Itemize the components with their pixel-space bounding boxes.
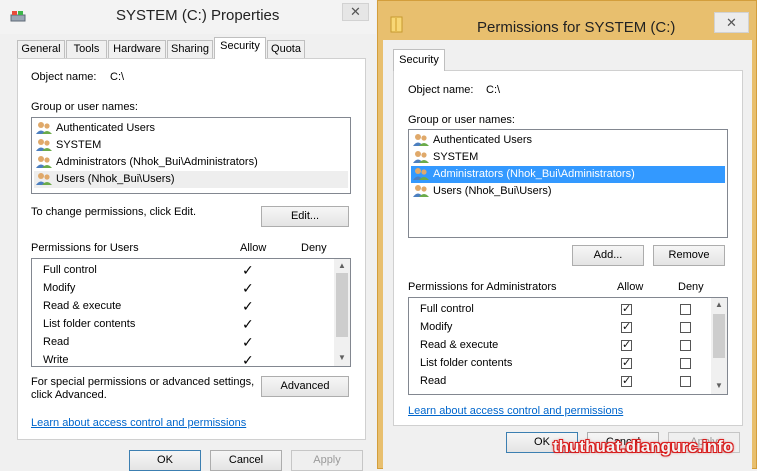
object-name-value: C:\ [486,84,501,96]
tab-tools[interactable]: Tools [66,40,107,58]
special-permissions-text-2: click Advanced. [31,389,107,401]
close-button[interactable]: ✕ [714,12,749,33]
scroll-up-icon[interactable]: ▲ [711,300,727,309]
window-title: Permissions for SYSTEM (C:) [477,19,676,36]
group-label: Group or user names: [31,101,138,113]
deny-checkbox[interactable] [680,376,691,387]
deny-header: Deny [678,281,704,293]
remove-button[interactable]: Remove [653,245,725,266]
allow-header: Allow [240,242,267,254]
learn-more-link[interactable]: Learn about access control and permissio… [31,417,246,429]
learn-more-link[interactable]: Learn about access control and permissio… [408,405,623,417]
users-icon [36,173,52,185]
permission-row: Read [43,336,70,348]
add-button[interactable]: Add... [572,245,644,266]
object-name-value: C:\ [110,71,125,83]
permissions-list: Full control Modify Read & execute List … [408,297,728,395]
users-icon [36,156,52,168]
permissions-header: Permissions for Administrators [408,281,557,293]
users-icon [413,134,429,146]
permission-row: Read [420,375,447,387]
check-icon: ✓ [242,316,254,332]
deny-checkbox[interactable] [680,340,691,351]
tab-general[interactable]: General [17,40,65,58]
permission-row: Write [43,354,69,366]
permissions-window: Permissions for SYSTEM (C:) ✕ Security O… [377,0,757,469]
drive-icon [10,11,26,22]
permission-row: List folder contents [420,357,513,369]
vertical-scrollbar[interactable]: ▲ ▼ [334,259,350,366]
users-icon [413,151,429,163]
permissions-list: Full control Modify Read & execute List … [31,258,351,368]
deny-checkbox[interactable] [680,304,691,315]
allow-checkbox[interactable] [621,374,632,387]
tab-quota[interactable]: Quota [267,40,305,58]
tab-security[interactable]: Security [393,49,445,71]
users-icon [413,168,429,180]
cancel-button[interactable]: Cancel [210,450,282,471]
list-item[interactable]: SYSTEM [411,149,725,166]
scroll-down-icon[interactable]: ▼ [711,381,727,390]
permissions-header: Permissions for Users [31,242,139,254]
permission-row: Modify [420,321,453,333]
permission-row: Full control [420,303,474,315]
allow-checkbox[interactable] [621,356,632,369]
list-item[interactable]: Authenticated Users [34,120,348,137]
check-icon: ✓ [242,298,254,314]
tab-sharing[interactable]: Sharing [167,40,213,58]
scroll-thumb[interactable] [713,314,725,358]
special-permissions-text: For special permissions or advanced sett… [31,376,255,388]
group-label: Group or user names: [408,114,515,126]
watermark-text: thuthuat.diangurc.info [553,437,734,456]
deny-checkbox[interactable] [680,358,691,369]
edit-button[interactable]: Edit... [261,206,349,227]
folder-icon [390,16,403,33]
allow-checkbox[interactable] [621,302,632,315]
tab-hardware[interactable]: Hardware [108,40,166,58]
permission-row: Modify [43,282,76,294]
user-list: Authenticated Users SYSTEM Administrator… [31,117,351,194]
list-item-selected[interactable]: Users (Nhok_Bui\Users) [34,171,348,188]
ok-button[interactable]: OK [129,450,201,471]
window-title: SYSTEM (C:) Properties [116,7,280,24]
object-name-label: Object name: [31,71,97,83]
tab-security[interactable]: Security [214,37,266,59]
close-button[interactable]: ✕ [342,3,369,21]
user-list: Authenticated Users SYSTEM Administrator… [408,129,728,238]
object-name-label: Object name: [408,84,474,96]
check-icon: ✓ [242,262,254,278]
permission-row: Full control [43,264,97,276]
users-icon [36,122,52,134]
users-icon [413,185,429,197]
permission-row: Read & execute [420,339,499,351]
list-item[interactable]: Administrators (Nhok_Bui\Administrators) [34,154,348,171]
allow-checkbox[interactable] [621,338,632,351]
list-item[interactable]: Authenticated Users [411,132,725,149]
scroll-thumb[interactable] [336,273,348,337]
allow-checkbox[interactable] [621,320,632,333]
check-icon: ✓ [242,334,254,350]
deny-header: Deny [301,242,327,254]
vertical-scrollbar[interactable]: ▲ ▼ [711,298,727,394]
list-item-selected[interactable]: Administrators (Nhok_Bui\Administrators) [411,166,725,183]
advanced-button[interactable]: Advanced [261,376,349,397]
change-permissions-text: To change permissions, click Edit. [31,206,197,218]
list-item[interactable]: Users (Nhok_Bui\Users) [411,183,725,200]
list-item[interactable]: SYSTEM [34,137,348,154]
permission-row: List folder contents [43,318,136,330]
check-icon: ✓ [242,280,254,296]
check-icon: ✓ [242,352,254,368]
permission-row: Read & execute [43,300,122,312]
scroll-down-icon[interactable]: ▼ [334,353,350,362]
apply-button[interactable]: Apply [291,450,363,471]
deny-checkbox[interactable] [680,322,691,333]
properties-window: SYSTEM (C:) Properties ✕ General Tools H… [0,0,376,471]
users-icon [36,139,52,151]
allow-header: Allow [617,281,644,293]
scroll-up-icon[interactable]: ▲ [334,261,350,270]
